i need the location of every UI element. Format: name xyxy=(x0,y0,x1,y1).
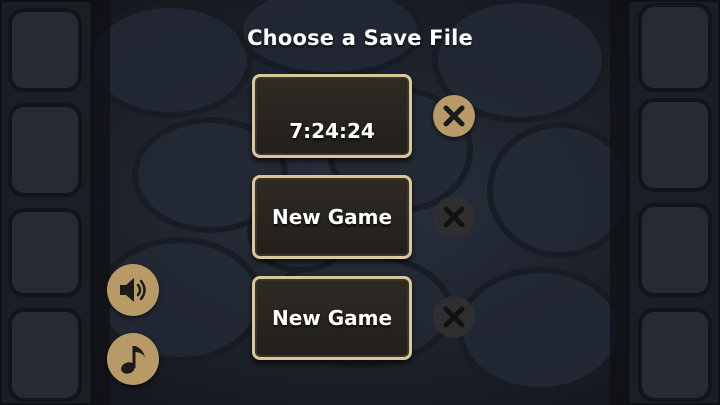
speaker-icon xyxy=(120,278,146,302)
sound-toggle-button[interactable] xyxy=(107,264,159,316)
music-note-icon xyxy=(121,346,145,374)
save-slot-2-button[interactable]: New Game xyxy=(252,175,412,259)
save-slot-2-label: New Game xyxy=(271,205,393,229)
music-toggle-button[interactable] xyxy=(107,333,159,385)
x-circle-icon xyxy=(443,306,465,328)
delete-slot-3-button xyxy=(433,296,475,338)
delete-slot-1-button[interactable] xyxy=(433,95,475,137)
delete-slot-2-button xyxy=(433,196,475,238)
save-slot-3-label: New Game xyxy=(271,306,393,330)
save-slot-1-button[interactable]: 7:24:24 xyxy=(252,74,412,158)
game-scene: Choose a Save File 7:24:24 New Game New … xyxy=(0,0,720,405)
x-circle-icon xyxy=(443,105,465,127)
save-slot-3-button[interactable]: New Game xyxy=(252,276,412,360)
x-circle-icon xyxy=(443,206,465,228)
save-slot-1-label: 7:24:24 xyxy=(289,119,375,143)
screen-title: Choose a Save File xyxy=(247,26,473,50)
